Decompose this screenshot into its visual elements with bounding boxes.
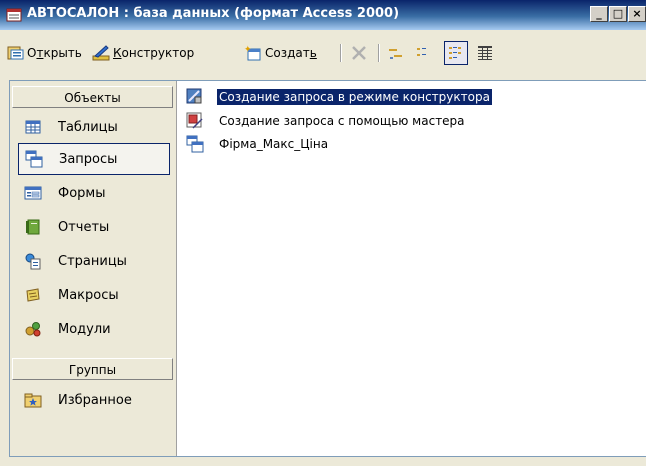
sidebar-item-label: Запросы xyxy=(59,151,118,167)
list-item[interactable]: Фірма_Макс_Ціна xyxy=(186,134,330,154)
objects-bar: Объекты Таблицы Запросы Формы Отчеты Стр… xyxy=(10,81,177,456)
design-button[interactable]: Конструктор xyxy=(92,43,194,63)
minimize-button[interactable]: _ xyxy=(590,6,608,22)
list-item-label: Фірма_Макс_Ціна xyxy=(219,137,329,151)
query-icon xyxy=(186,135,204,153)
access-database-window: АВТОСАЛОН : база данных (формат Access 2… xyxy=(0,0,646,466)
sidebar-item-tables[interactable]: Таблицы xyxy=(18,111,170,143)
list-item-label: Создание запроса в режиме конструктора xyxy=(217,89,492,105)
list-item-label: Создание запроса с помощью мастера xyxy=(219,114,465,128)
favorites-icon xyxy=(24,393,42,408)
sidebar-item-label: Страницы xyxy=(58,253,127,269)
toolbar: От крыть Конструктор ✦ Создат ь xyxy=(0,35,646,69)
delete-button[interactable] xyxy=(350,43,371,63)
small-icons-button[interactable] xyxy=(414,43,435,63)
open-icon xyxy=(7,46,24,60)
details-view-button[interactable] xyxy=(476,43,497,63)
svg-text:✦: ✦ xyxy=(244,45,252,55)
macro-icon xyxy=(26,288,40,302)
design-label-key: К xyxy=(113,46,122,60)
title-bar[interactable]: АВТОСАЛОН : база данных (формат Access 2… xyxy=(0,0,646,30)
create-label-key: ь xyxy=(309,46,317,60)
delete-icon xyxy=(352,46,366,60)
create-icon: ✦ xyxy=(244,45,261,61)
sidebar-item-label: Модули xyxy=(58,321,111,337)
open-label-rest: крыть xyxy=(43,46,82,60)
close-button[interactable]: × xyxy=(628,6,646,22)
report-icon xyxy=(26,219,40,235)
large-icons-icon xyxy=(389,49,402,59)
sidebar-item-forms[interactable]: Формы xyxy=(18,177,170,209)
design-icon xyxy=(92,45,110,61)
details-view-icon xyxy=(478,46,492,60)
toolbar-separator xyxy=(378,44,380,62)
list-view-icon xyxy=(449,47,461,59)
design-wizard-icon xyxy=(186,88,202,104)
sidebar-item-label: Формы xyxy=(58,185,106,201)
sidebar-item-label: Избранное xyxy=(58,392,132,408)
page-icon xyxy=(25,253,41,270)
sidebar-item-pages[interactable]: Страницы xyxy=(18,245,170,277)
module-icon xyxy=(25,322,41,337)
window-title: АВТОСАЛОН : база данных (формат Access 2… xyxy=(27,6,400,21)
sidebar-item-macros[interactable]: Макросы xyxy=(18,279,170,311)
objects-header[interactable]: Объекты xyxy=(12,86,173,108)
sidebar-item-label: Макросы xyxy=(58,287,119,303)
create-label-base: Создат xyxy=(265,46,310,60)
sidebar-item-modules[interactable]: Модули xyxy=(18,313,170,345)
table-icon xyxy=(25,120,41,134)
small-icons-icon xyxy=(417,48,426,56)
list-item[interactable]: Создание запроса с помощью мастера xyxy=(186,111,467,131)
wizard-icon xyxy=(186,112,203,129)
toolbar-separator xyxy=(340,44,342,62)
list-view-button[interactable] xyxy=(444,41,468,65)
open-button[interactable]: От крыть xyxy=(6,43,82,63)
sidebar-item-reports[interactable]: Отчеты xyxy=(18,211,170,243)
list-item[interactable]: Создание запроса в режиме конструктора xyxy=(186,87,492,107)
sidebar-item-label: Отчеты xyxy=(58,219,110,235)
sidebar-item-label: Таблицы xyxy=(58,119,118,135)
maximize-button[interactable]: □ xyxy=(609,6,627,22)
open-label-key: т xyxy=(36,46,44,60)
large-icons-button[interactable] xyxy=(386,43,407,63)
sidebar-item-queries[interactable]: Запросы xyxy=(18,143,170,175)
form-icon xyxy=(24,186,42,200)
create-button[interactable]: ✦ Создат ь xyxy=(244,43,317,63)
database-window-body: Объекты Таблицы Запросы Формы Отчеты Стр… xyxy=(9,80,646,457)
sidebar-item-favorites[interactable]: Избранное xyxy=(18,384,170,416)
design-label-rest: онструктор xyxy=(121,46,195,60)
query-icon xyxy=(25,150,43,168)
open-label-first: О xyxy=(27,46,37,60)
database-icon xyxy=(6,8,22,22)
groups-header[interactable]: Группы xyxy=(12,358,173,380)
